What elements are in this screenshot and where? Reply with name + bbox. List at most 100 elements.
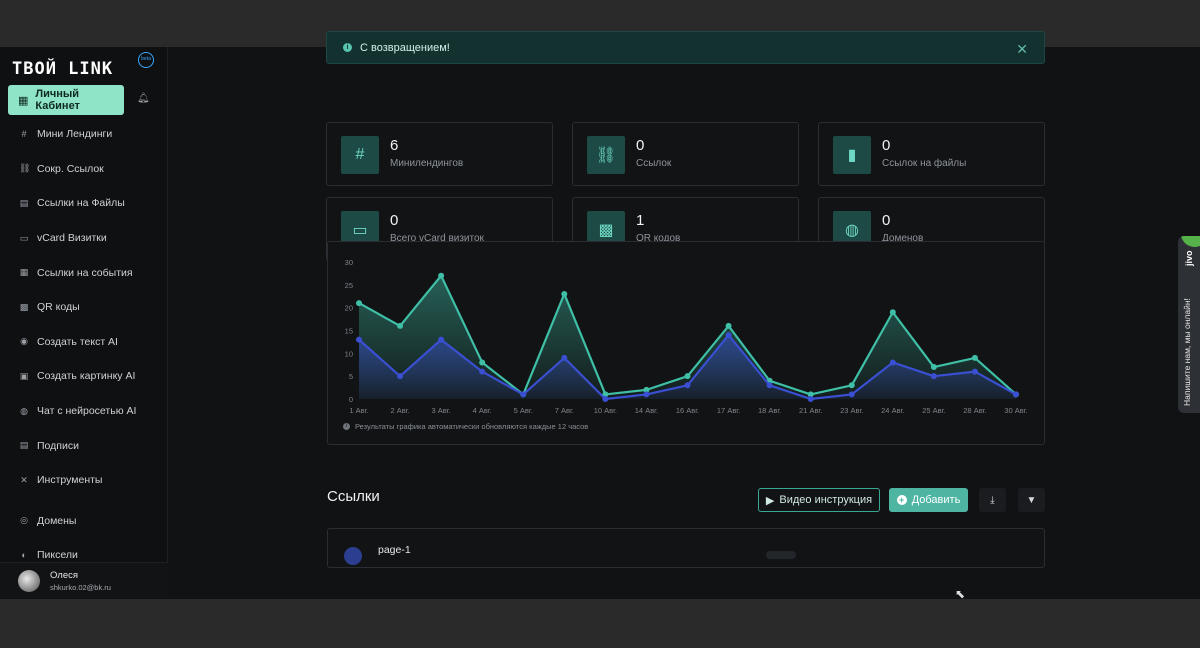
mouse-cursor-icon: ⬉ <box>955 587 966 601</box>
download-button[interactable]: ⤓ <box>979 488 1006 512</box>
sidebar-item-label: Ссылки на события <box>37 266 133 279</box>
add-button[interactable]: + Добавить <box>889 488 968 512</box>
sidebar-item-domains[interactable]: ◎ Домены <box>0 504 168 539</box>
x-tick-label: 23 Авг. <box>840 406 863 415</box>
y-tick-label: 15 <box>345 327 353 336</box>
calendar-icon: ▦ <box>19 267 29 278</box>
filter-icon: ▼ <box>1026 494 1037 506</box>
data-point <box>848 391 855 398</box>
sidebar-item-signatures[interactable]: ▤ Подписи <box>0 428 168 463</box>
stat-card-links[interactable]: ⛓︎ 0 Ссылок <box>572 122 799 186</box>
stat-value: 0 <box>882 137 891 154</box>
jivo-chat-widget[interactable]: jivo Напишите нам, мы онлайн! <box>1178 236 1200 413</box>
link-avatar <box>344 547 362 565</box>
link-icon: ⛓︎ <box>587 136 625 174</box>
data-point <box>520 391 527 398</box>
sidebar-item-label: QR коды <box>37 301 80 314</box>
user-name: Олеся <box>50 570 79 581</box>
bell-icon[interactable]: 🔔︎ <box>137 93 150 105</box>
data-point <box>889 309 896 316</box>
y-tick-label: 10 <box>345 349 353 358</box>
stat-value: 0 <box>882 212 891 229</box>
y-tick-label: 30 <box>345 258 353 267</box>
sidebar-item-qr-codes[interactable]: ▩ QR коды <box>0 290 168 325</box>
sidebar-item-file-links[interactable]: ▤ Ссылки на Файлы <box>0 186 168 221</box>
stat-label: Минилендингов <box>390 158 464 169</box>
sidebar-item-label: Создать текст AI <box>37 335 118 348</box>
sidebar-item-tools[interactable]: ✕ Инструменты <box>0 463 168 498</box>
x-tick-label: 30 Авг. <box>1004 406 1027 415</box>
stats-chart-panel: 0 5 10 15 20 25 30 1 Авг. 2 Авг. 3 Авг. 4 Авг. 5 Ав… <box>327 241 1045 445</box>
stat-label: Ссылок <box>636 158 672 169</box>
data-point <box>438 336 445 343</box>
x-tick-label: 24 Авг. <box>881 406 904 415</box>
sidebar-item-label: Мини Лендинги <box>37 128 113 141</box>
x-tick-label: 25 Авг. <box>922 406 945 415</box>
video-instruction-label: Видео инструкция <box>779 494 873 506</box>
add-label: Добавить <box>911 494 961 506</box>
close-icon[interactable]: ✕ <box>1016 41 1028 58</box>
data-point <box>1013 391 1019 398</box>
data-point <box>397 322 404 329</box>
filter-button[interactable]: ▼ <box>1018 488 1045 512</box>
sidebar-item-label: Сокр. Ссылок <box>37 162 104 175</box>
sidebar-item-label: Ссылки на Файлы <box>37 197 125 210</box>
x-tick-label: 10 Авг. <box>594 406 617 415</box>
chat-icon: ◍ <box>20 405 28 416</box>
grid-icon: ▦ <box>18 94 29 107</box>
sidebar-item-event-links[interactable]: ▦ Ссылки на события <box>0 255 168 290</box>
id-card-icon: ▭ <box>19 232 29 243</box>
link-icon: ⛓︎ <box>19 163 31 174</box>
personal-cabinet-button[interactable]: ▦ Личный Кабинет <box>8 85 124 115</box>
avatar <box>18 570 40 592</box>
user-email: shkurko.02@bk.ru <box>50 583 111 592</box>
qr-icon: ▩ <box>19 301 29 312</box>
pixel-icon: ◐ <box>21 550 27 561</box>
logo[interactable]: ТВОЙ LINK <box>12 59 113 81</box>
data-point <box>479 368 486 375</box>
stat-card-landings[interactable]: # 6 Минилендингов <box>326 122 553 186</box>
x-tick-label: 2 Авг. <box>390 406 409 415</box>
sidebar-item-mini-landings[interactable]: # Мини Лендинги <box>0 117 168 152</box>
data-point <box>684 373 691 380</box>
sidebar-item-ai-text[interactable]: ◉ Создать текст AI <box>0 325 168 360</box>
sidebar-item-vcard[interactable]: ▭ vCard Визитки <box>0 221 168 256</box>
play-icon: ▶ <box>765 494 775 507</box>
stat-value: 0 <box>636 137 645 154</box>
x-tick-label: 28 Авг. <box>963 406 986 415</box>
file-icon: ▤ <box>19 197 29 208</box>
data-point <box>725 322 732 329</box>
hash-icon: # <box>21 129 27 140</box>
sidebar-item-ai-image[interactable]: ▣ Создать картинку AI <box>0 359 168 394</box>
info-icon: i <box>343 423 350 430</box>
video-instruction-button[interactable]: ▶ Видео инструкция <box>758 488 880 512</box>
list-item[interactable]: page-1 <box>327 528 1045 568</box>
sidebar-nav: # Мини Лендинги ⛓︎ Сокр. Ссылок ▤ Ссылки на… <box>0 117 168 573</box>
data-point <box>971 368 978 375</box>
sidebar-item-label: Инструменты <box>37 474 103 487</box>
stat-value: 0 <box>390 212 399 229</box>
sidebar-item-ai-chat[interactable]: ◍ Чат с нейросетью AI <box>0 394 168 429</box>
welcome-alert: i С возвращением! ✕ <box>326 31 1045 64</box>
link-name[interactable]: page-1 <box>378 544 411 556</box>
image-icon: ▣ <box>19 370 29 381</box>
sidebar-item-label: Чат с нейросетью AI <box>37 405 137 418</box>
x-tick-label: 7 Авг. <box>555 406 574 415</box>
sidebar-item-short-links[interactable]: ⛓︎ Сокр. Ссылок <box>0 152 168 187</box>
status-badge <box>766 551 796 559</box>
y-tick-label: 0 <box>349 395 353 404</box>
x-tick-label: 21 Авг. <box>799 406 822 415</box>
stat-card-file-links[interactable]: ▮ 0 Ссылок на файлы <box>818 122 1045 186</box>
welcome-alert-text: С возвращением! <box>360 41 450 54</box>
data-point <box>479 359 486 366</box>
y-tick-label: 5 <box>349 372 353 381</box>
hash-icon: # <box>341 136 379 174</box>
data-point <box>602 396 609 402</box>
x-tick-label: 3 Авг. <box>432 406 451 415</box>
sidebar-item-label: Пиксели <box>37 549 78 562</box>
x-tick-label: 17 Авг. <box>717 406 740 415</box>
sidebar: ТВОЙ LINK beta ▦ Личный Кабинет 🔔︎ # Мини… <box>0 47 168 599</box>
x-tick-label: 4 Авг. <box>473 406 492 415</box>
user-profile[interactable]: Олеся shkurko.02@bk.ru <box>0 562 168 599</box>
data-point <box>438 272 445 279</box>
